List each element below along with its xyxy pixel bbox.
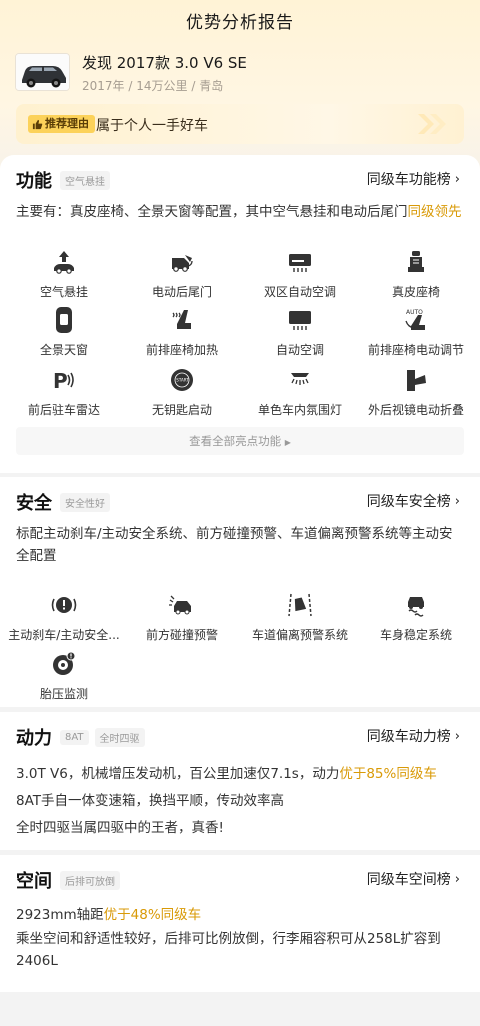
dual-zone-ac-icon — [285, 247, 315, 277]
section-title: 动力 — [16, 728, 52, 749]
parking-radar-icon: P — [49, 365, 79, 395]
feature-item[interactable]: 主动刹车/主动安全... — [4, 590, 124, 643]
feature-item[interactable]: 真皮座椅 — [356, 247, 476, 300]
car-thumbnail[interactable] — [15, 53, 70, 91]
power-rank-link[interactable]: 同级车动力榜 › — [367, 726, 460, 746]
svg-text:AUTO: AUTO — [406, 309, 423, 316]
svg-text:P: P — [53, 369, 68, 393]
space-card: 空间 后排可放倒 同级车空间榜 › 2923mm轴距优于48%同级车 乘坐空间和… — [0, 855, 480, 992]
section-tag: 空气悬挂 — [60, 170, 110, 190]
feature-item[interactable]: 空气悬挂 — [4, 247, 124, 300]
air-suspension-icon — [49, 247, 79, 277]
feature-item[interactable]: 自动空调 — [240, 305, 360, 358]
section-tag: 安全性好 — [60, 492, 110, 512]
section-tag: 8AT — [60, 729, 89, 745]
section-tag: 后排可放倒 — [60, 870, 120, 890]
chevron-deco-icon — [418, 114, 446, 134]
mirror-fold-icon — [401, 365, 431, 395]
feature-item[interactable]: 电动后尾门 — [122, 247, 242, 300]
panoramic-sunroof-icon — [49, 305, 79, 335]
collision-warning-icon — [167, 590, 197, 620]
seat-heating-icon — [167, 305, 197, 335]
feature-item[interactable]: 双区自动空调 — [240, 247, 360, 300]
power-seat-icon: AUTO — [401, 305, 431, 335]
leather-seat-icon — [401, 247, 431, 277]
section-tag: 全时四驱 — [94, 727, 145, 747]
recommend-reason-bar: 推荐理由 属于个人一手好车 — [16, 104, 464, 144]
lane-departure-icon — [285, 590, 315, 620]
triangle-right-icon: ▶ — [284, 438, 291, 447]
view-all-features-button[interactable]: 查看全部亮点功能 ▶ — [16, 427, 464, 455]
space-description: 乘坐空间和舒适性较好，后排可比例放倒，行李厢容积可从258L扩容到2406L — [16, 931, 441, 969]
recommend-reason-text: 属于个人一手好车 — [96, 118, 208, 134]
section-title: 空间 — [16, 871, 52, 892]
feature-item[interactable]: 单色车内氛围灯 — [240, 365, 360, 418]
feature-item[interactable]: 前排座椅加热 — [122, 305, 242, 358]
function-description: 主要有：真皮座椅、全景天窗等配置，其中空气悬挂和电动后尾门同级领先 — [16, 204, 462, 220]
car-year: 2017年 — [82, 79, 125, 93]
ambient-light-icon — [285, 365, 315, 395]
chevron-right-icon: › — [454, 493, 460, 509]
feature-item[interactable]: 前方碰撞预警 — [122, 590, 242, 643]
feature-item[interactable]: 全景天窗 — [4, 305, 124, 358]
feature-item[interactable]: P 前后驻车雷达 — [4, 365, 124, 418]
page-title: 优势分析报告 — [186, 13, 294, 33]
space-header: 空间 后排可放倒 — [16, 867, 120, 893]
safety-header: 安全 安全性好 — [16, 489, 110, 515]
chevron-right-icon: › — [454, 728, 460, 744]
car-meta: 2017年 / 14万公里 / 青岛 — [82, 77, 223, 94]
safety-card: 安全 安全性好 同级车安全榜 › 标配主动刹车/主动安全系统、前方碰撞预警、车道… — [0, 477, 480, 707]
power-card: 动力 8AT 全时四驱 同级车动力榜 › 3.0T V6，机械增压发动机，百公里… — [0, 712, 480, 850]
function-header: 功能 空气悬挂 — [16, 167, 110, 193]
chevron-right-icon: › — [454, 871, 460, 887]
section-title: 功能 — [16, 171, 52, 192]
feature-item[interactable]: AUTO 前排座椅电动调节 — [356, 305, 476, 358]
meta-separator: / — [128, 79, 133, 93]
car-mileage: 14万公里 — [136, 79, 188, 93]
power-line: 3.0T V6，机械增压发动机，百公里加速仅7.1s，动力优于85%同级车 — [16, 766, 437, 782]
power-line: 8AT手自一体变速箱，换挡平顺，传动效率高 — [16, 793, 285, 809]
space-rank-link[interactable]: 同级车空间榜 › — [367, 869, 460, 889]
function-rank-link[interactable]: 同级车功能榜 › — [367, 169, 460, 189]
function-card: 功能 空气悬挂 同级车功能榜 › 主要有：真皮座椅、全景天窗等配置，其中空气悬挂… — [0, 155, 480, 473]
feature-item[interactable]: 车道偏离预警系统 — [240, 590, 360, 643]
meta-separator: / — [191, 79, 196, 93]
feature-item[interactable]: 胎压监测 — [4, 649, 124, 702]
keyless-start-icon: START — [167, 365, 197, 395]
thumbs-up-icon — [32, 119, 43, 129]
power-line: 全时四驱当属四驱中的王者，真香! — [16, 820, 224, 836]
car-city: 青岛 — [199, 79, 224, 93]
chevron-right-icon: › — [454, 171, 460, 187]
section-title: 安全 — [16, 493, 52, 514]
svg-text:START: START — [176, 378, 189, 383]
power-tailgate-icon — [167, 247, 197, 277]
space-line: 2923mm轴距优于48%同级车 — [16, 907, 202, 923]
safety-rank-link[interactable]: 同级车安全榜 › — [367, 491, 460, 511]
feature-item[interactable]: START 无钥匙启动 — [122, 365, 242, 418]
tire-pressure-icon — [49, 649, 79, 679]
safety-description: 标配主动刹车/主动安全系统、前方碰撞预警、车道偏离预警系统等主动安全配置 — [16, 526, 453, 564]
power-header: 动力 8AT 全时四驱 — [16, 724, 145, 750]
auto-ac-icon — [285, 305, 315, 335]
feature-item[interactable]: 车身稳定系统 — [356, 590, 476, 643]
car-title: 发现 2017款 3.0 V6 SE — [82, 54, 247, 72]
active-brake-icon — [49, 590, 79, 620]
stability-control-icon — [401, 590, 431, 620]
recommend-reason-badge: 推荐理由 — [28, 115, 95, 133]
feature-item[interactable]: 外后视镜电动折叠 — [356, 365, 476, 418]
